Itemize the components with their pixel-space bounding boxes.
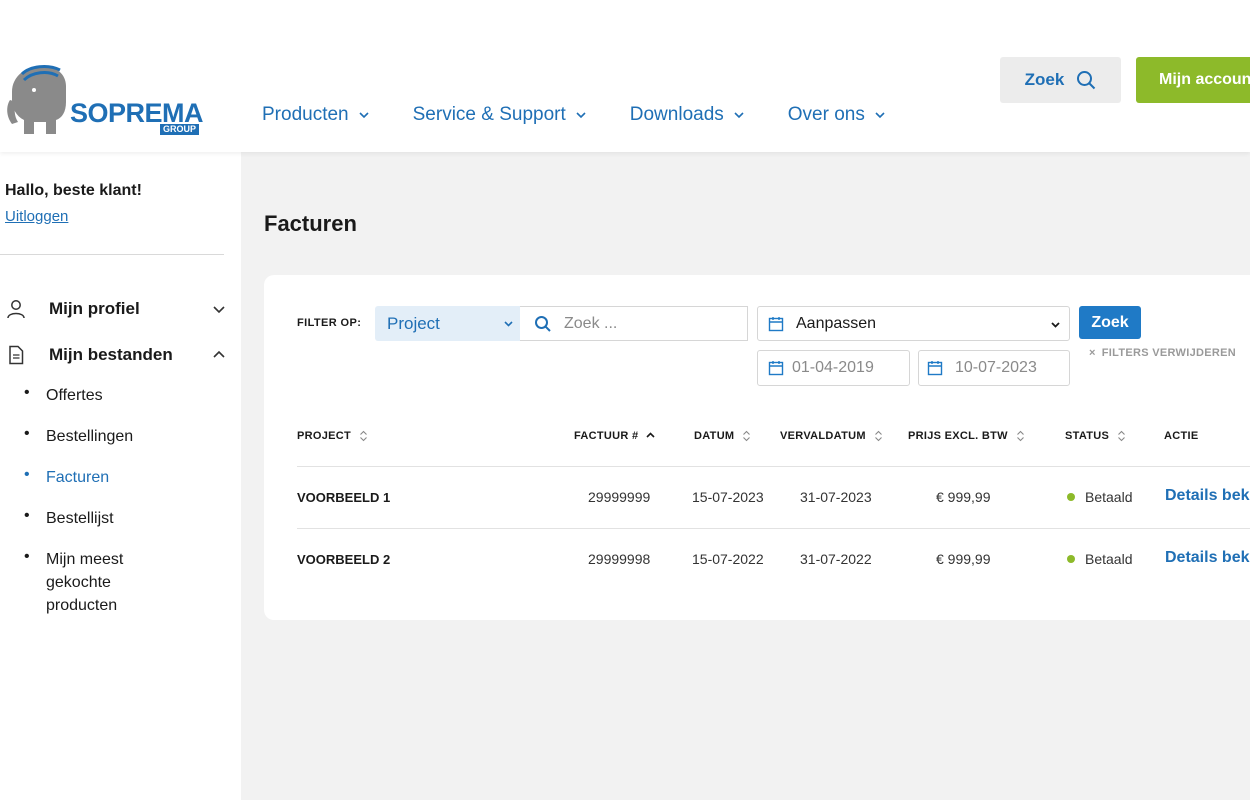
soprema-logo[interactable]: SOPREMA GROUP xyxy=(4,62,204,138)
status-dot-icon xyxy=(1067,555,1075,563)
nav-label: Over ons xyxy=(787,104,865,125)
column-header-prijs[interactable]: PRIJS EXCL. BTW xyxy=(908,430,1025,442)
column-header-datum[interactable]: DATUM xyxy=(694,430,751,442)
chevron-down-icon xyxy=(1051,322,1060,328)
cell-invoice-number: 29999998 xyxy=(588,551,651,567)
column-header-status[interactable]: STATUS xyxy=(1065,430,1126,442)
sidebar-item-mijn-bestanden[interactable]: Mijn bestanden xyxy=(0,340,240,370)
nav-label: Service & Support xyxy=(412,104,566,125)
cell-price: € 999,99 xyxy=(936,489,991,505)
cell-project: VOORBEELD 2 xyxy=(297,552,391,567)
status-badge: Betaald xyxy=(1067,489,1132,505)
sidebar-item-bestellingen[interactable]: • Bestellingen xyxy=(24,425,166,448)
status-badge: Betaald xyxy=(1067,551,1132,567)
column-header-factuur[interactable]: FACTUUR # xyxy=(574,430,656,442)
sidebar-item-facturen[interactable]: • Facturen xyxy=(24,466,166,489)
site-header: SOPREMA GROUP Producten Service & Suppor… xyxy=(0,0,1250,152)
header-search-label: Zoek xyxy=(1024,70,1065,89)
filter-submit-button[interactable]: Zoek xyxy=(1079,306,1141,339)
sidebar-item-label: Offertes xyxy=(46,387,103,404)
cell-date: 15-07-2022 xyxy=(692,551,764,567)
search-icon xyxy=(1077,71,1096,90)
filter-field-value: Project xyxy=(387,313,440,333)
nav-label: Producten xyxy=(262,104,349,125)
sidebar-group-label: Mijn bestanden xyxy=(49,345,173,364)
table-divider xyxy=(297,466,1250,467)
greeting-text: Hallo, beste klant! xyxy=(5,182,142,199)
cell-date: 15-07-2023 xyxy=(692,489,764,505)
logo-wordmark: SOPREMA xyxy=(70,98,204,128)
sidebar-item-label: Bestellingen xyxy=(46,428,134,445)
sort-icon xyxy=(743,430,751,442)
user-icon xyxy=(7,300,25,319)
elephant-logo-icon xyxy=(7,65,66,134)
column-header-project[interactable]: PROJECT xyxy=(297,430,368,442)
date-from-input[interactable]: 01-04-2019 xyxy=(757,350,910,386)
cell-due-date: 31-07-2022 xyxy=(800,551,872,567)
search-placeholder: Zoek ... xyxy=(564,314,618,332)
table-divider xyxy=(297,528,1250,529)
period-select[interactable]: Aanpassen xyxy=(757,306,1070,341)
details-link[interactable]: Details bekijken xyxy=(1165,549,1250,567)
date-to-input[interactable]: 10-07-2023 xyxy=(918,350,1070,386)
nav-service-support[interactable]: Service & Support xyxy=(413,104,586,126)
sidebar-item-label: Bestellijst xyxy=(46,510,114,527)
filter-label: FILTER OP: xyxy=(297,317,362,329)
cell-price: € 999,99 xyxy=(936,551,991,567)
sidebar-item-meest-gekocht[interactable]: • Mijn meest gekochte producten xyxy=(24,548,166,617)
column-header-vervaldatum[interactable]: VERVALDATUM xyxy=(780,430,883,442)
filter-field-select[interactable]: Project xyxy=(375,306,520,341)
sidebar-divider xyxy=(0,254,224,255)
cell-project: VOORBEELD 1 xyxy=(297,490,391,505)
date-from-value: 01-04-2019 xyxy=(792,359,874,376)
details-link[interactable]: Details bekijken xyxy=(1165,487,1250,505)
date-to-value: 10-07-2023 xyxy=(955,359,1037,376)
logout-link[interactable]: Uitloggen xyxy=(5,208,68,225)
sidebar-item-bestellijst[interactable]: • Bestellijst xyxy=(24,507,166,530)
sort-icon xyxy=(1016,430,1024,442)
calendar-icon xyxy=(927,361,943,376)
sort-icon xyxy=(360,430,367,442)
clear-filters-button[interactable]: × FILTERS VERWIJDEREN xyxy=(1089,347,1236,359)
cell-due-date: 31-07-2023 xyxy=(800,489,872,505)
chevron-up-icon xyxy=(213,350,225,358)
calendar-icon xyxy=(768,361,784,376)
sidebar-item-label: Mijn meest gekochte producten xyxy=(46,551,124,614)
search-icon xyxy=(535,315,551,332)
nav-producten[interactable]: Producten xyxy=(262,104,369,126)
nav-over-ons[interactable]: Over ons xyxy=(788,104,885,126)
close-icon: × xyxy=(1089,347,1096,359)
invoices-card: FILTER OP: Project Zoek ... Aanpassen Zo… xyxy=(264,275,1250,620)
sort-ascending-icon xyxy=(646,432,656,438)
nav-label: Downloads xyxy=(629,104,724,125)
page-title: Facturen xyxy=(264,211,357,236)
chevron-down-icon xyxy=(359,112,369,119)
chevron-down-icon xyxy=(504,321,513,327)
chevron-down-icon xyxy=(213,306,225,314)
account-sidebar: Hallo, beste klant! Uitloggen Mijn profi… xyxy=(0,152,241,800)
chevron-down-icon xyxy=(576,112,586,119)
sidebar-item-offertes[interactable]: • Offertes xyxy=(24,384,166,407)
sort-icon xyxy=(874,430,882,442)
status-dot-icon xyxy=(1067,493,1075,501)
chevron-down-icon xyxy=(875,112,885,119)
clear-filters-label: FILTERS VERWIJDEREN xyxy=(1101,347,1236,359)
sidebar-group-label: Mijn profiel xyxy=(49,299,140,318)
my-account-button[interactable]: Mijn account xyxy=(1136,57,1250,103)
document-icon xyxy=(9,345,24,365)
nav-downloads[interactable]: Downloads xyxy=(630,104,744,126)
chevron-down-icon xyxy=(734,112,744,119)
period-value: Aanpassen xyxy=(796,314,877,332)
logo-group-label: GROUP xyxy=(160,124,200,135)
filter-search-input[interactable]: Zoek ... xyxy=(520,306,748,341)
column-header-actie: ACTIE xyxy=(1164,430,1199,442)
calendar-icon xyxy=(768,316,784,331)
cell-invoice-number: 29999999 xyxy=(588,489,651,505)
sort-icon xyxy=(1118,430,1126,442)
sidebar-item-mijn-profiel[interactable]: Mijn profiel xyxy=(0,294,240,324)
header-search-button[interactable]: Zoek xyxy=(1000,57,1121,103)
sidebar-item-label: Facturen xyxy=(46,469,110,486)
main-nav: Producten Service & Support Downloads Ov… xyxy=(262,104,929,126)
